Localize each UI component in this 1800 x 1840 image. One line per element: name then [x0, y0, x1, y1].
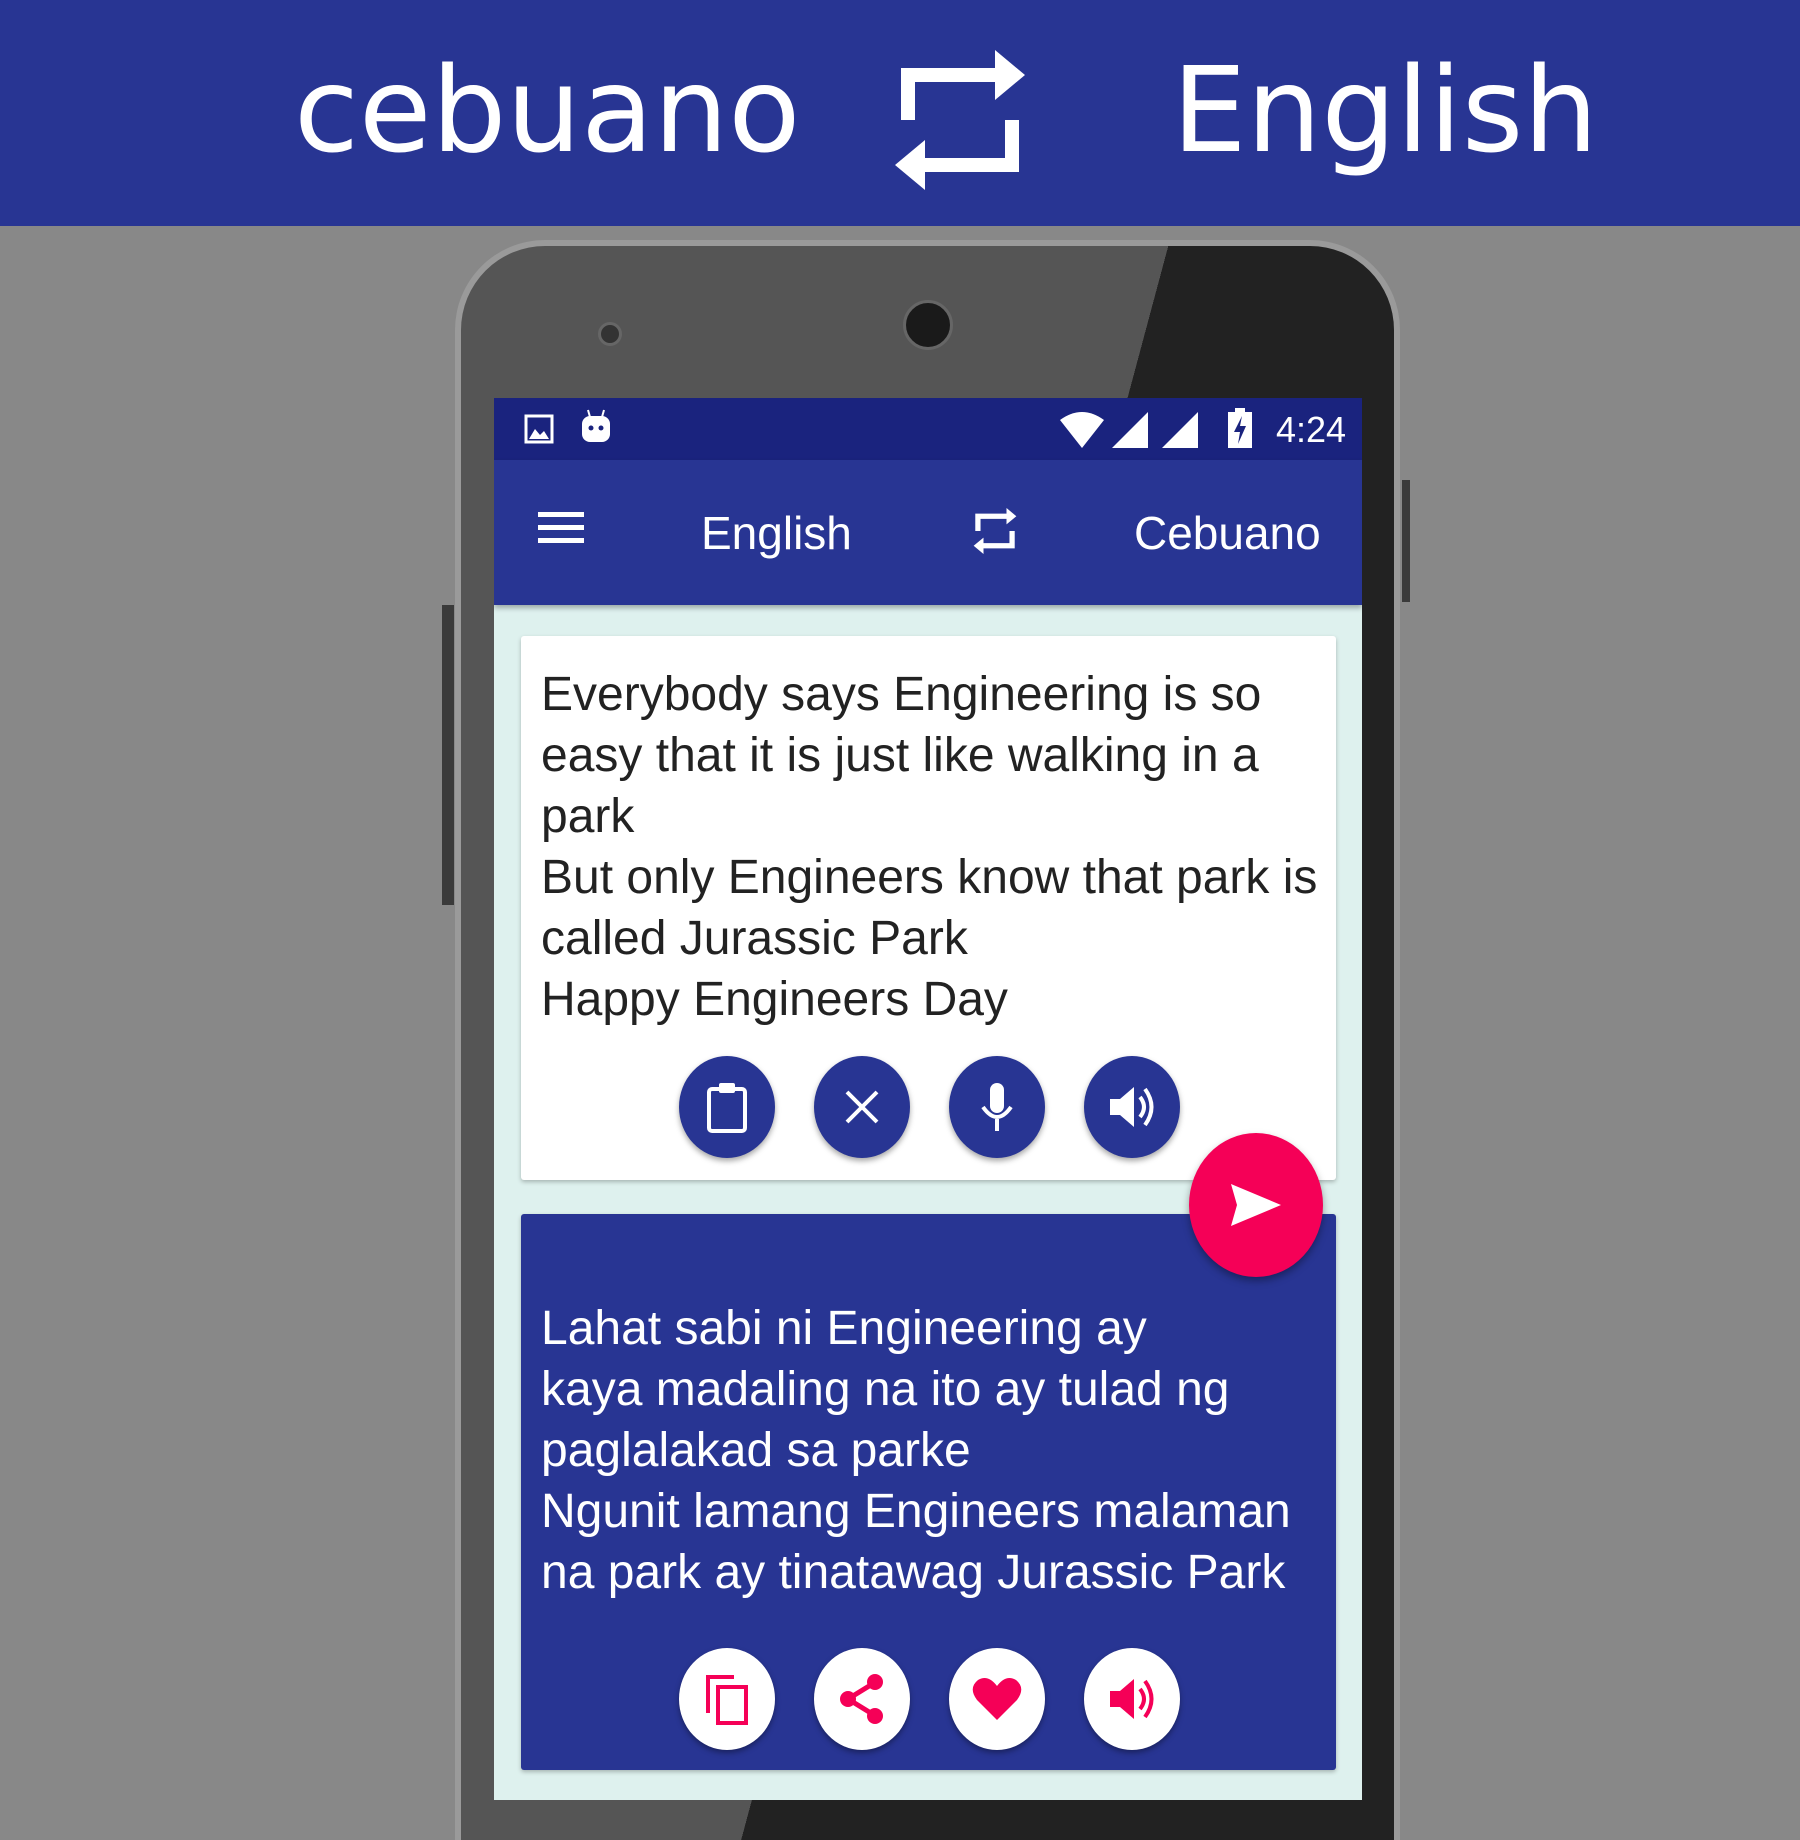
- copy-icon: [706, 1675, 748, 1725]
- speaker-icon: [1110, 1679, 1154, 1719]
- signal-icon: [1162, 412, 1198, 448]
- app-screen: 4:24 English Cebuano Everybody says Engi…: [494, 398, 1362, 1800]
- input-card: Everybody says Engineering is so easy th…: [521, 636, 1336, 1180]
- banner-source-language: cebuano: [294, 41, 801, 179]
- microphone-button[interactable]: [949, 1056, 1045, 1158]
- source-language-selector[interactable]: English: [701, 505, 852, 561]
- speak-output-button[interactable]: [1084, 1648, 1180, 1750]
- copy-button[interactable]: [679, 1648, 775, 1750]
- clear-button[interactable]: [814, 1056, 910, 1158]
- share-icon: [840, 1674, 883, 1724]
- target-language-selector[interactable]: Cebuano: [1134, 505, 1321, 561]
- output-card: Lahat sabi ni Engineering ay kaya madali…: [521, 1214, 1336, 1770]
- microphone-icon: [981, 1083, 1013, 1131]
- translate-button[interactable]: [1189, 1133, 1323, 1277]
- paste-icon: [707, 1083, 747, 1133]
- speaker-icon: [1110, 1087, 1154, 1127]
- swap-arrows-icon: [895, 50, 1025, 190]
- phone-sensor: [598, 322, 622, 346]
- image-icon: [524, 414, 554, 444]
- translated-text: Lahat sabi ni Engineering ay kaya madali…: [541, 1302, 1291, 1599]
- paste-button[interactable]: [679, 1056, 775, 1158]
- speak-input-button[interactable]: [1084, 1056, 1180, 1158]
- send-icon: [1231, 1184, 1281, 1226]
- battery-charging-icon: [1228, 408, 1252, 448]
- status-bar: 4:24: [494, 398, 1362, 460]
- phone-side-button: [442, 605, 454, 905]
- wifi-icon: [1060, 412, 1104, 448]
- share-button[interactable]: [814, 1648, 910, 1750]
- promo-banner: cebuano English: [0, 0, 1800, 226]
- phone-side-button: [1402, 480, 1410, 602]
- toolbar: English Cebuano: [494, 460, 1362, 605]
- hamburger-menu-icon[interactable]: [538, 510, 584, 546]
- signal-icon: [1112, 412, 1148, 448]
- input-text[interactable]: Everybody says Engineering is so easy th…: [541, 664, 1331, 1030]
- clock: 4:24: [1276, 409, 1347, 450]
- phone-camera: [903, 300, 953, 350]
- swap-arrows-icon[interactable]: [972, 506, 1018, 556]
- favorite-button[interactable]: [949, 1648, 1045, 1750]
- clear-icon: [845, 1090, 879, 1124]
- favorite-icon: [972, 1678, 1022, 1720]
- android-icon: [582, 409, 610, 442]
- banner-target-language: English: [1172, 41, 1599, 179]
